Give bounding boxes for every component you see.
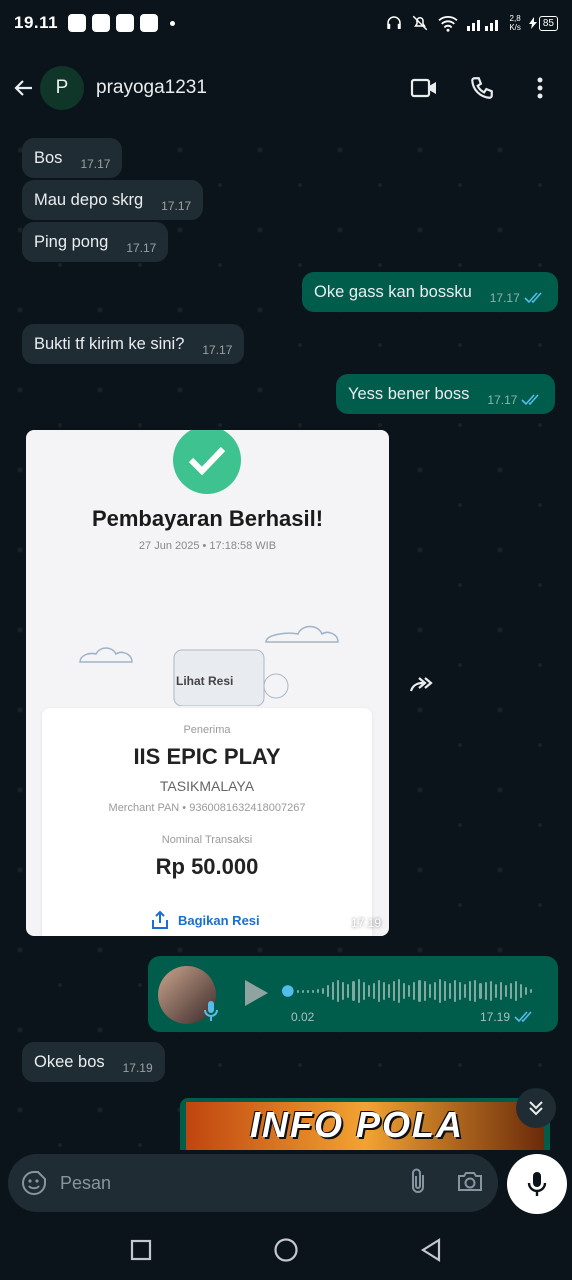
forward-button[interactable] [406,668,440,702]
message-incoming[interactable]: Bos 17.17 [22,138,123,178]
video-call-icon [410,78,436,98]
message-incoming[interactable]: Mau depo skrg 17.17 [22,180,204,220]
battery-level: 85 [538,15,558,31]
waveform-handle[interactable] [282,984,294,998]
read-ticks-icon [521,394,543,406]
merchant-pan: Merchant PAN • 9360081632418007267 [108,802,306,814]
share-icon [152,910,168,929]
nav-back-icon[interactable] [420,1238,442,1262]
amount-value: Rp 50.000 [155,854,259,879]
signal-icon [467,20,499,31]
share-receipt-button: Bagikan Resi [150,910,260,930]
receipt-card: Penerima IIS EPIC PLAY TASIKMALAYA Merch… [42,708,372,936]
more-notifications-dot [170,20,176,26]
chat-area[interactable]: Bos 17.17 Mau depo skrg 17.17 Ping pong … [0,130,572,1150]
merchant-name: IIS EPIC PLAY [133,744,281,769]
app-notification-icon [116,14,135,32]
cloud-illustration [79,625,339,706]
back-arrow-icon [14,80,32,96]
mic-icon [204,1000,218,1027]
read-ticks-icon [514,1011,532,1023]
status-bar: 19.11 2,8 K/s 85 [0,0,572,46]
emoji-icon [22,1171,46,1195]
message-input[interactable] [60,1172,380,1194]
attach-icon [412,1168,424,1193]
more-options-button[interactable] [526,74,554,102]
contact-avatar[interactable]: P [40,66,84,110]
payment-date: 27 Jun 2025 • 17:18:58 WIB [138,540,277,552]
play-icon [245,980,268,1006]
scroll-to-bottom-button[interactable] [516,1088,556,1128]
amount-label: Nominal Transaksi [161,834,253,846]
image-message-banner[interactable]: INFO POLA [180,1098,550,1150]
message-input-bar [0,1150,572,1220]
mic-icon [527,1172,547,1196]
voice-call-button[interactable] [468,74,496,102]
app-notification-icon [68,14,87,32]
recipient-label: Penerima [183,724,231,736]
message-outgoing[interactable]: Yess bener boss 17.17 [336,374,556,414]
camera-icon [458,1171,482,1191]
banner-text: INFO POLA [250,1104,464,1145]
voice-duration: 0.02 [291,1010,315,1024]
success-check-icon [173,430,241,494]
message-incoming[interactable]: Okee bos 17.19 [22,1042,165,1082]
battery-indicator: 85 [528,15,558,31]
back-button[interactable] [4,68,44,108]
view-receipt-label: Lihat Resi [176,674,234,688]
message-composer [8,1154,498,1212]
header-actions [410,74,572,102]
nav-square-icon[interactable] [130,1239,152,1261]
charging-icon [528,17,537,29]
voice-waveform[interactable] [282,978,533,1004]
merchant-city: TASIKMALAYA [159,778,255,794]
system-nav-bar [0,1220,572,1280]
status-time: 19.11 [14,13,59,32]
voice-time: 17.19 [480,1010,536,1024]
message-outgoing[interactable]: Oke gass kan bossku 17.17 [302,272,558,312]
message-incoming[interactable]: Bukti tf kirim ke sini? 17.17 [22,324,245,364]
mute-icon [413,15,428,31]
payment-title: Pembayaran Berhasil! [91,506,324,531]
status-right: 2,8 K/s 85 [385,14,558,32]
headset-icon [387,16,402,29]
image-message-receipt[interactable]: Pembayaran Berhasil! 27 Jun 2025 • 17:18… [26,430,389,936]
nav-circle-icon[interactable] [273,1237,299,1263]
notification-icons [68,14,176,32]
wifi-icon [438,16,458,32]
voice-record-button[interactable] [507,1154,567,1214]
voice-message[interactable]: 0.02 17.19 [148,956,558,1032]
phone-icon [471,77,493,99]
emoji-button[interactable] [20,1169,48,1197]
attach-button[interactable] [408,1167,428,1200]
forward-icon [409,677,433,692]
camera-button[interactable] [456,1169,484,1198]
contact-name[interactable]: prayoga1231 [96,77,207,99]
network-speed: 2,8 K/s [509,14,521,32]
app-notification-icon [92,14,111,32]
video-call-button[interactable] [410,74,438,102]
message-incoming[interactable]: Ping pong 17.17 [22,222,169,262]
play-button[interactable] [242,978,270,1013]
app-notification-icon [140,14,159,32]
message-time: 17.19 [350,916,381,930]
more-vert-icon [537,77,543,99]
chat-header: P prayoga1231 [0,46,572,130]
read-ticks-icon [524,292,546,304]
chevron-double-down-icon [529,1101,543,1116]
